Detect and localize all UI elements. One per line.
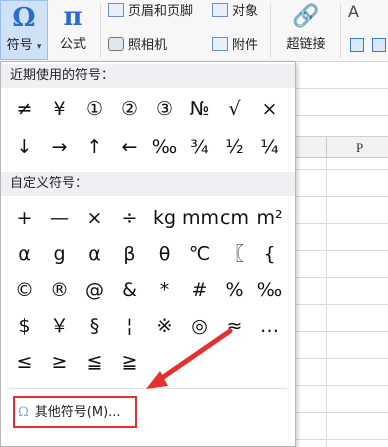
symbol-cell[interactable]: ‰ xyxy=(252,272,287,308)
symbol-cell[interactable]: ® xyxy=(42,272,77,308)
symbol-cell[interactable]: ← xyxy=(112,128,147,166)
recent-symbols-header: 近期使用的符号： xyxy=(1,64,295,88)
symbol-cell[interactable]: m² xyxy=(252,200,287,236)
formula-button[interactable]: π 公式 xyxy=(52,0,94,60)
symbol-cell[interactable]: © xyxy=(7,272,42,308)
omega-icon: Ω xyxy=(12,3,36,33)
camera-label: 照相机 xyxy=(128,38,168,53)
menu-divider xyxy=(9,388,287,389)
symbol-cell[interactable]: ¼ xyxy=(252,128,287,166)
column-divider xyxy=(326,137,327,159)
attachment-icon xyxy=(212,37,228,51)
symbol-cell[interactable]: # xyxy=(182,272,217,308)
symbol-cell[interactable]: — xyxy=(42,200,77,236)
hyperlink-button[interactable]: 🔗 超链接 xyxy=(276,0,336,60)
header-footer-label: 页眉和页脚 xyxy=(128,4,194,19)
symbol-cell[interactable]: α xyxy=(7,236,42,272)
symbol-button[interactable]: Ω 符号 ▾ xyxy=(0,0,48,60)
symbol-cell[interactable]: @ xyxy=(77,272,112,308)
symbol-cell[interactable]: & xyxy=(112,272,147,308)
symbol-cell[interactable]: $ xyxy=(7,308,42,344)
symbol-cell[interactable]: g xyxy=(42,236,77,272)
chevron-down-icon: ▾ xyxy=(36,42,42,52)
column-header-p[interactable]: P xyxy=(356,137,363,159)
symbol-cell[interactable]: ↑ xyxy=(77,128,112,166)
attachment-label: 附件 xyxy=(232,38,259,53)
symbol-cell[interactable]: ￥ xyxy=(42,308,77,344)
symbol-cell[interactable]: ‰ xyxy=(147,128,182,166)
attachment-button[interactable]: 附件 xyxy=(212,35,258,57)
camera-button[interactable]: 照相机 xyxy=(108,35,167,57)
symbol-cell[interactable]: % xyxy=(217,272,252,308)
symbol-cell[interactable]: kg xyxy=(147,200,182,236)
more-symbols-label: 其他符号(M)... xyxy=(34,405,121,420)
symbol-cell[interactable]: ≠ xyxy=(7,90,42,128)
symbol-cell[interactable]: ≧ xyxy=(112,344,147,380)
symbol-cell[interactable]: ℃ xyxy=(182,236,217,272)
column-header-bar: P xyxy=(296,136,388,159)
ribbon-divider xyxy=(340,4,341,58)
omega-icon: Ω xyxy=(18,405,29,420)
symbol-cell[interactable]: ≤ xyxy=(7,344,42,380)
custom-symbols-grid: + — × ÷ kg mm cm m² α g α β θ ℃ 〖{© ® @ & * #% ‰ $ ￥ § ¦ ※ ◎ ≈… ≤ ≥ ≦ ≧ xyxy=(7,200,287,380)
symbol-cell[interactable]: mm xyxy=(182,200,219,236)
symbol-cell[interactable]: § xyxy=(77,308,112,344)
symbol-button-label: 符号 xyxy=(6,38,33,53)
symbol-cell[interactable]: ≥ xyxy=(42,344,77,380)
custom-symbols-header: 自定义符号： xyxy=(1,172,295,196)
hyperlink-icon: 🔗 xyxy=(292,4,320,29)
symbol-cell[interactable]: cm xyxy=(217,200,252,236)
symbol-dropdown-panel: 近期使用的符号： ≠ ¥ ① ② ③ № √ × ↓ → ↑ ← ‰ ¾ ½ ¼ 自定义符号： + — × ÷ kg m… xyxy=(0,61,296,447)
symbol-cell[interactable]: ÷ xyxy=(112,200,147,236)
text-box-icon[interactable]: A xyxy=(348,2,359,21)
recent-symbols-grid: ≠ ¥ ① ② ③ № √ × ↓ → ↑ ← ‰ ¾ ½ ¼ xyxy=(7,90,287,166)
object-button[interactable]: 对象 xyxy=(212,1,258,23)
formula-button-label: 公式 xyxy=(59,37,86,52)
header-footer-button[interactable]: 页眉和页脚 xyxy=(108,1,193,23)
object-label: 对象 xyxy=(232,4,259,19)
symbol-cell[interactable]: √ xyxy=(217,90,252,128)
symbol-cell[interactable]: ¾ xyxy=(182,128,217,166)
symbol-cell[interactable]: … xyxy=(252,308,287,344)
symbol-cell[interactable]: 〖 xyxy=(217,236,252,272)
object-icon xyxy=(212,3,228,17)
symbol-cell[interactable]: θ xyxy=(147,236,182,272)
symbol-cell[interactable]: ≦ xyxy=(77,344,112,380)
symbol-cell[interactable]: ¦ xyxy=(112,308,147,344)
form-icon[interactable] xyxy=(350,38,364,52)
symbol-cell[interactable]: ② xyxy=(112,90,147,128)
symbol-cell[interactable]: ※ xyxy=(147,308,182,344)
symbol-cell[interactable]: * xyxy=(147,272,182,308)
symbol-cell[interactable]: β xyxy=(112,236,147,272)
symbol-cell[interactable]: × xyxy=(77,200,112,236)
symbol-cell[interactable]: × xyxy=(252,90,287,128)
hyperlink-label: 超链接 xyxy=(286,37,326,52)
symbol-cell[interactable]: ≈ xyxy=(217,308,252,344)
table-icon[interactable] xyxy=(372,38,386,52)
column-gridline xyxy=(326,158,327,447)
camera-icon xyxy=(108,37,124,51)
symbol-cell[interactable]: № xyxy=(182,90,217,128)
ribbon-toolbar: Ω 符号 ▾ π 公式 页眉和页脚 对象 照相机 附件 🔗 超链接 A xyxy=(0,0,388,62)
more-symbols-button[interactable]: Ω 其他符号(M)... xyxy=(13,396,137,428)
symbol-cell[interactable]: ① xyxy=(77,90,112,128)
symbol-cell[interactable]: ¥ xyxy=(42,90,77,128)
symbol-cell[interactable]: + xyxy=(7,200,42,236)
symbol-cell[interactable]: ½ xyxy=(217,128,252,166)
symbol-cell[interactable]: ③ xyxy=(147,90,182,128)
symbol-cell[interactable]: ↓ xyxy=(7,128,42,166)
symbol-cell[interactable]: α xyxy=(77,236,112,272)
ribbon-divider xyxy=(100,4,101,58)
symbol-cell[interactable]: → xyxy=(42,128,77,166)
ribbon-divider xyxy=(270,4,271,58)
header-footer-icon xyxy=(108,3,124,17)
symbol-cell[interactable]: { xyxy=(252,236,287,272)
symbol-cell[interactable]: ◎ xyxy=(182,308,217,344)
pi-icon: π xyxy=(63,2,83,32)
